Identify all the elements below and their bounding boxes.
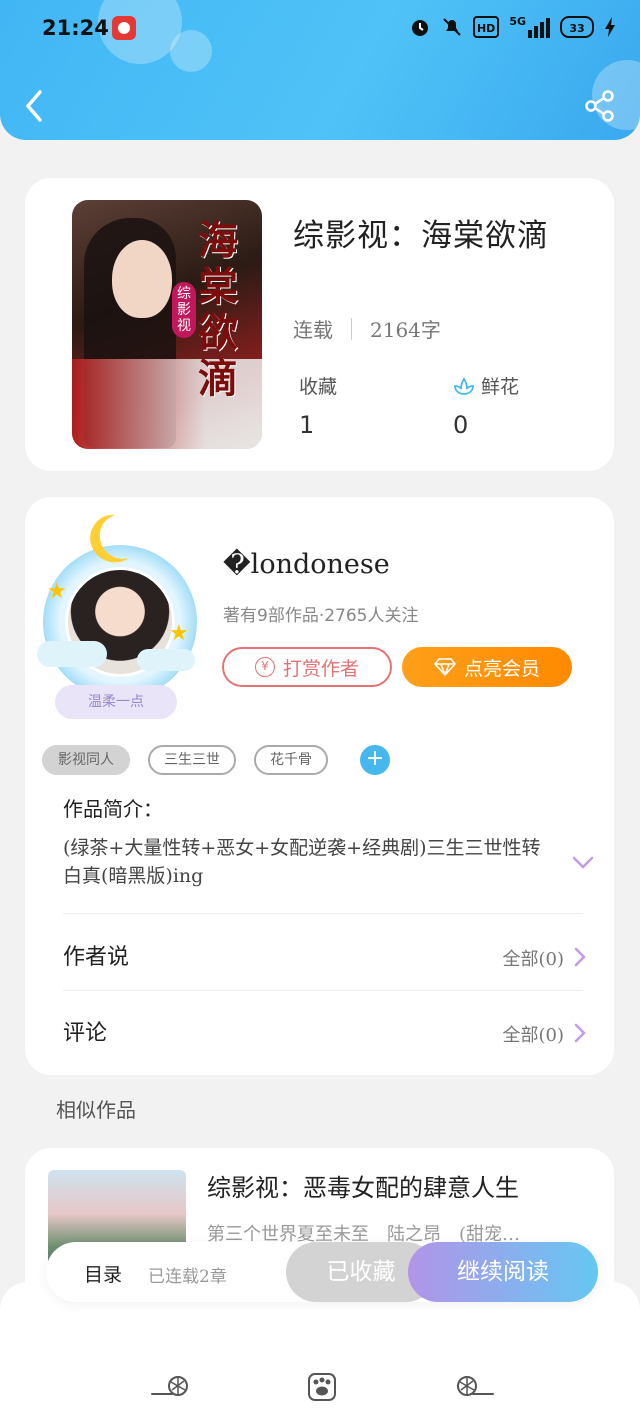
- author-name[interactable]: �londonese: [223, 549, 390, 580]
- bottom-tab-bar: [0, 1282, 640, 1427]
- author-card: ★ ★ 温柔一点 �londonese 著有9部作品·2765人关注 ¥ 打赏作…: [25, 497, 614, 1075]
- top-header: 21:24 HD 5G 33: [0, 0, 640, 140]
- flowers-stat[interactable]: 鲜花 0: [453, 372, 519, 439]
- favorites-label: 收藏: [299, 376, 338, 398]
- moon-icon: [90, 514, 129, 563]
- notification-app-icon: [112, 16, 136, 40]
- meta-divider: [351, 317, 352, 340]
- favorites-value: 1: [299, 411, 315, 439]
- intro-label: 作品简介：: [63, 797, 163, 821]
- status-icons: HD 5G 33: [409, 16, 616, 38]
- comments-title: 评论: [63, 1021, 108, 1046]
- book-title: 综影视：海棠欲滴: [293, 218, 549, 254]
- tag-list: 影视同人 三生三世 花千骨 +: [42, 745, 390, 775]
- cloud-decor: [37, 641, 107, 667]
- tip-author-button[interactable]: ¥ 打赏作者: [222, 647, 392, 687]
- toc-label: 目录: [84, 1264, 123, 1286]
- author-says-count: 全部(0): [502, 949, 565, 970]
- expand-chevron-icon[interactable]: [571, 854, 595, 870]
- cover-figure-face: [112, 240, 172, 318]
- mute-icon: [441, 16, 463, 38]
- divider: [63, 913, 583, 914]
- status-time: 21:24: [42, 16, 109, 40]
- favorites-stat: 收藏 1: [299, 372, 337, 439]
- yen-icon: ¥: [254, 657, 275, 677]
- intro-text: (绿茶+大量性转+恶女+女配逆袭+经典剧)三生三世性转白真(暗黑版)ing: [63, 837, 541, 887]
- battery-icon: 33: [560, 16, 594, 38]
- toc-chapter-count: 已连载2章: [148, 1267, 227, 1287]
- star-icon: ★: [169, 621, 189, 646]
- reading-action-bar: 目录 已连载2章 已收藏 继续阅读: [46, 1242, 598, 1302]
- flowers-label: 鲜花: [481, 376, 520, 398]
- charging-icon: [604, 16, 616, 38]
- share-button[interactable]: [584, 90, 616, 122]
- book-status: 连载: [293, 318, 333, 342]
- book-cover[interactable]: 海棠欲滴 综影视: [72, 200, 262, 449]
- status-bar: 21:24 HD 5G 33: [42, 14, 616, 44]
- similar-works-label: 相似作品: [56, 1098, 136, 1122]
- hd-icon: HD: [472, 16, 500, 38]
- cover-subtitle: 综影视: [172, 282, 196, 338]
- chevron-right-icon: [574, 947, 586, 967]
- author-stats: 著有9部作品·2765人关注: [223, 606, 419, 626]
- back-button[interactable]: [20, 88, 52, 124]
- signal-icon: 5G: [509, 16, 550, 38]
- back-arrow-icon: [26, 90, 42, 122]
- flowers-value: 0: [453, 411, 469, 439]
- book-word-count: 2164字: [370, 318, 441, 342]
- comments-count: 全部(0): [502, 1025, 565, 1046]
- avatar-tag: 温柔一点: [55, 685, 177, 719]
- divider: [63, 990, 583, 991]
- book-meta: 连载 2164字: [293, 314, 441, 343]
- add-tag-button[interactable]: +: [360, 745, 390, 775]
- cover-title: 海棠欲滴: [198, 217, 238, 402]
- cloud-decor: [137, 649, 195, 671]
- tag-chip[interactable]: 影视同人: [42, 745, 130, 775]
- network-label: 5G: [509, 15, 526, 28]
- paw-icon[interactable]: [305, 1370, 339, 1404]
- author-avatar-frame[interactable]: ★ ★ 温柔一点: [33, 511, 203, 721]
- book-info-card: 海棠欲滴 综影视 综影视：海棠欲滴 连载 2164字 收藏 1 鲜花 0: [25, 178, 614, 471]
- yarn-ball-icon[interactable]: [150, 1374, 190, 1398]
- tag-chip[interactable]: 三生三世: [148, 745, 236, 775]
- chevron-right-icon: [574, 1023, 586, 1043]
- similar-work-title: 综影视：恶毒女配的肆意人生: [207, 1174, 519, 1202]
- flowers-label-row: 鲜花: [453, 372, 519, 399]
- diamond-icon: [434, 658, 456, 676]
- continue-reading-button[interactable]: 继续阅读: [408, 1242, 598, 1302]
- alarm-icon: [409, 16, 431, 38]
- star-icon: ★: [47, 579, 67, 604]
- yarn-ball-icon[interactable]: [455, 1374, 495, 1398]
- tag-chip[interactable]: 花千骨: [254, 745, 328, 775]
- vip-button[interactable]: 点亮会员: [402, 647, 572, 687]
- share-icon: [585, 90, 614, 122]
- vip-label: 点亮会员: [463, 657, 540, 680]
- flower-icon: [454, 376, 474, 395]
- author-says-title: 作者说: [63, 945, 130, 970]
- tip-author-label: 打赏作者: [282, 657, 359, 680]
